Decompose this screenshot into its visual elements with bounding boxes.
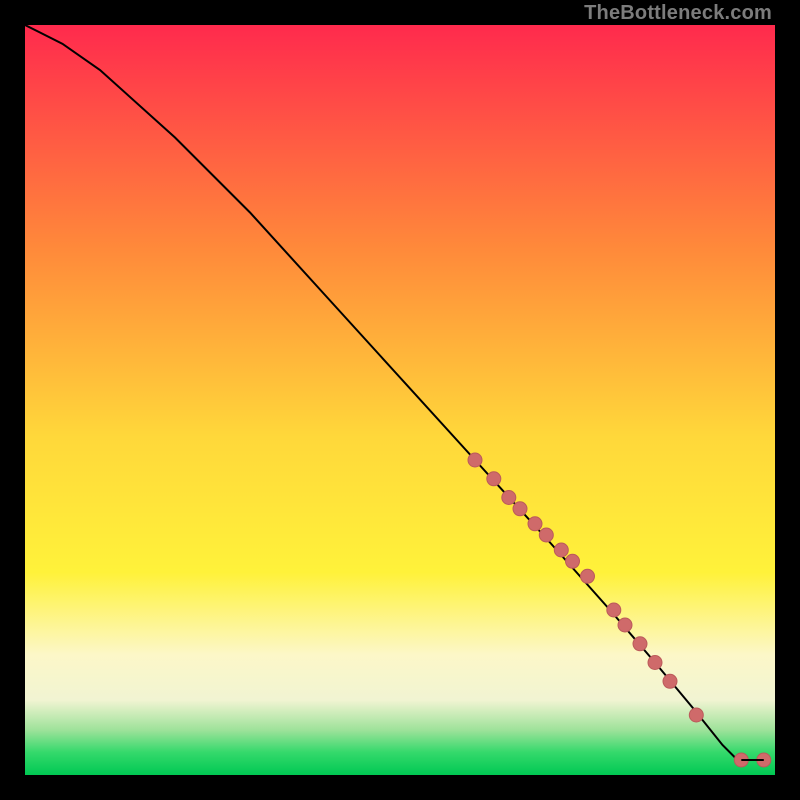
chart-container: TheBottleneck.com xyxy=(0,0,800,800)
datapoint-dot xyxy=(468,453,482,467)
datapoint-dot xyxy=(648,656,662,670)
chart-overlay xyxy=(25,25,775,775)
datapoint-dot xyxy=(633,637,647,651)
datapoint-dot xyxy=(539,528,553,542)
datapoint-dot xyxy=(689,708,703,722)
datapoint-dot xyxy=(607,603,621,617)
datapoint-dot xyxy=(554,543,568,557)
datapoint-group xyxy=(468,453,771,767)
datapoint-dot xyxy=(566,554,580,568)
datapoint-dot xyxy=(618,618,632,632)
plot-area xyxy=(25,25,775,775)
datapoint-dot xyxy=(663,674,677,688)
datapoint-dot xyxy=(528,517,542,531)
datapoint-dot xyxy=(502,491,516,505)
datapoint-dot xyxy=(513,502,527,516)
datapoint-dot xyxy=(487,472,501,486)
curve-line xyxy=(25,25,738,760)
datapoint-dot xyxy=(581,569,595,583)
watermark-text: TheBottleneck.com xyxy=(584,2,772,25)
